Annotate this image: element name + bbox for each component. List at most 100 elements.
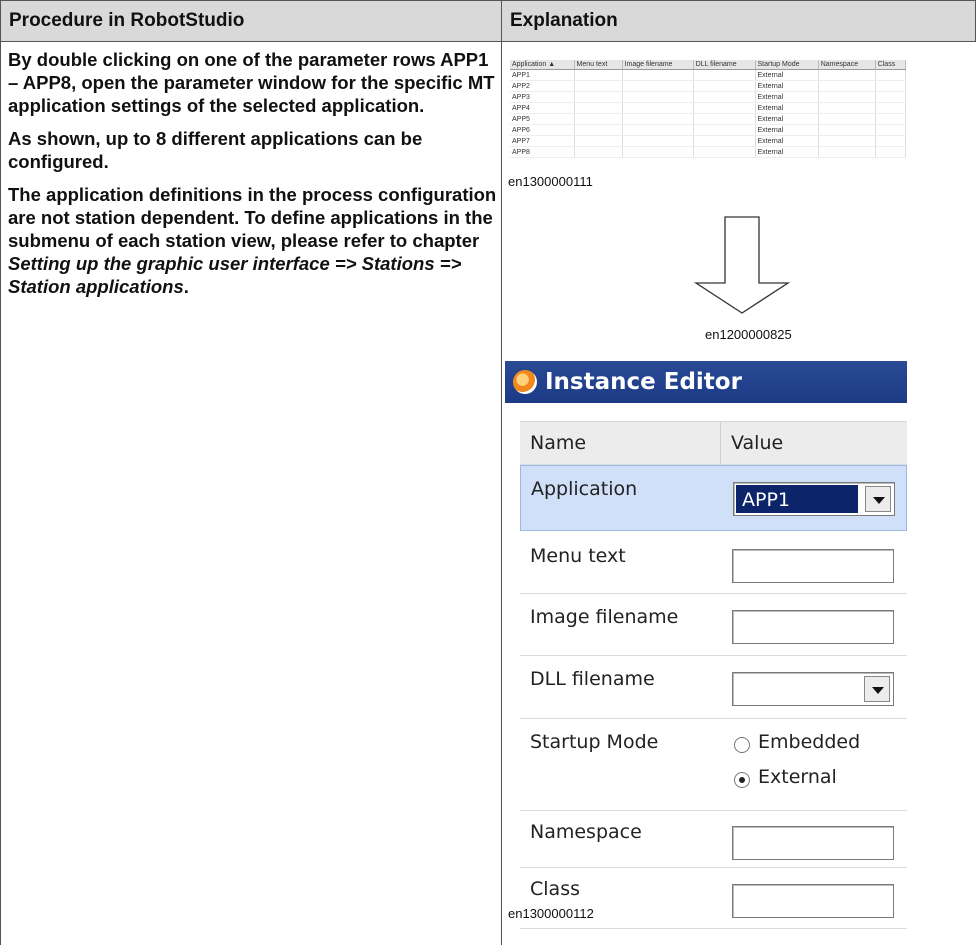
- procedure-paragraph-3: The application definitions in the proce…: [8, 183, 500, 298]
- table-cell: APP4: [510, 102, 575, 114]
- dll-filename-label: DLL filename: [530, 668, 655, 690]
- instance-editor-titlebar: Instance Editor: [505, 361, 907, 403]
- table-cell: [622, 91, 694, 103]
- procedure-paragraph-1: By double clicking on one of the paramet…: [8, 49, 495, 116]
- app-logo-icon: [513, 370, 537, 394]
- column-separator: [720, 422, 721, 464]
- class-label: Class: [530, 878, 580, 900]
- table-cell: External: [755, 91, 819, 103]
- radio-embedded[interactable]: [734, 737, 750, 753]
- caption-editor-figure: en1300000112: [508, 906, 594, 921]
- row-startup-mode: Startup Mode Embedded External: [520, 719, 907, 811]
- table-cell: [875, 91, 907, 103]
- table-row[interactable]: APP6 External: [510, 124, 907, 136]
- table-cell: [818, 124, 876, 136]
- table-cell: [574, 113, 623, 125]
- table-cell: [818, 102, 876, 114]
- header-procedure: Procedure in RobotStudio: [0, 0, 501, 42]
- table-cell: [622, 135, 694, 147]
- table-cell: [875, 69, 907, 81]
- application-selected-value: APP1: [736, 485, 858, 513]
- table-cell: [693, 124, 756, 136]
- table-cell: [574, 102, 623, 114]
- radio-external[interactable]: [734, 772, 750, 788]
- namespace-label: Namespace: [530, 821, 642, 843]
- table-cell: APP8: [510, 146, 575, 158]
- procedure-table: Procedure in RobotStudio Explanation By …: [0, 0, 976, 945]
- application-label: Application: [531, 478, 638, 500]
- dll-filename-combobox[interactable]: [732, 672, 894, 706]
- table-cell: External: [755, 124, 819, 136]
- table-row[interactable]: APP7 External: [510, 135, 907, 147]
- application-list-screenshot: Application ▲ Menu text Image filename D…: [510, 60, 907, 160]
- image-filename-input[interactable]: [732, 610, 894, 644]
- mini-col-startup-mode: Startup Mode: [755, 60, 819, 70]
- instance-editor-screenshot: Instance Editor Name Value Application A…: [505, 361, 907, 929]
- procedure-paragraph-2: As shown, up to 8 different applications…: [8, 128, 423, 172]
- table-cell: [875, 80, 907, 92]
- startup-mode-label: Startup Mode: [530, 731, 659, 753]
- table-cell: [818, 146, 876, 158]
- table-row[interactable]: APP1 External: [510, 69, 907, 81]
- class-input[interactable]: [732, 884, 894, 918]
- procedure-text: By double clicking on one of the paramet…: [8, 48, 500, 308]
- table-cell: [693, 135, 756, 147]
- table-cell: [622, 102, 694, 114]
- chevron-down-icon[interactable]: [864, 676, 890, 702]
- down-arrow-icon: [693, 216, 791, 314]
- table-cell: [818, 135, 876, 147]
- table-cell: [574, 69, 623, 81]
- table-cell: [622, 124, 694, 136]
- radio-external-label: External: [758, 766, 837, 788]
- caption-arrow-figure: en1200000825: [705, 327, 792, 342]
- table-cell: [818, 91, 876, 103]
- row-namespace: Namespace: [520, 811, 907, 868]
- mini-col-application: Application ▲: [510, 60, 575, 70]
- table-left-border: [0, 42, 1, 945]
- table-cell: External: [755, 102, 819, 114]
- table-row[interactable]: APP4 External: [510, 102, 907, 114]
- table-cell: [574, 124, 623, 136]
- caption-table-figure: en1300000111: [508, 174, 593, 189]
- paragraph-3-end: .: [183, 276, 189, 297]
- table-cell: [818, 113, 876, 125]
- table-cell: [693, 69, 756, 81]
- table-cell: [622, 113, 694, 125]
- table-cell: [875, 124, 907, 136]
- table-cell: External: [755, 113, 819, 125]
- image-filename-label: Image filename: [530, 606, 679, 628]
- table-row[interactable]: APP3 External: [510, 91, 907, 103]
- grid-header-row: Name Value: [520, 421, 907, 465]
- table-cell: External: [755, 135, 819, 147]
- table-cell: APP1: [510, 69, 575, 81]
- table-cell: APP6: [510, 124, 575, 136]
- chevron-down-icon[interactable]: [865, 486, 891, 512]
- table-cell: [875, 146, 907, 158]
- application-combobox[interactable]: APP1: [733, 482, 895, 516]
- column-name-header: Name: [530, 432, 587, 454]
- table-row[interactable]: APP8 External: [510, 146, 907, 158]
- mini-col-menu-text: Menu text: [574, 60, 623, 70]
- table-cell: External: [755, 146, 819, 158]
- table-cell: APP5: [510, 113, 575, 125]
- table-row[interactable]: APP5 External: [510, 113, 907, 125]
- instance-editor-grid: Name Value Application APP1 Menu text Im…: [520, 421, 907, 929]
- namespace-input[interactable]: [732, 826, 894, 860]
- row-image-filename: Image filename: [520, 594, 907, 656]
- header-explanation: Explanation: [501, 0, 976, 42]
- table-cell: [574, 80, 623, 92]
- mini-col-image-filename: Image filename: [622, 60, 694, 70]
- table-cell: [818, 69, 876, 81]
- row-dll-filename: DLL filename: [520, 656, 907, 719]
- table-cell: APP3: [510, 91, 575, 103]
- table-cell: [574, 146, 623, 158]
- table-cell: External: [755, 69, 819, 81]
- mini-col-namespace: Namespace: [818, 60, 876, 70]
- table-cell: [622, 69, 694, 81]
- row-menu-text: Menu text: [520, 531, 907, 594]
- table-cell: [875, 102, 907, 114]
- table-row[interactable]: APP2 External: [510, 80, 907, 92]
- table-cell: [622, 146, 694, 158]
- menu-text-input[interactable]: [732, 549, 894, 583]
- row-application[interactable]: Application APP1: [520, 465, 907, 531]
